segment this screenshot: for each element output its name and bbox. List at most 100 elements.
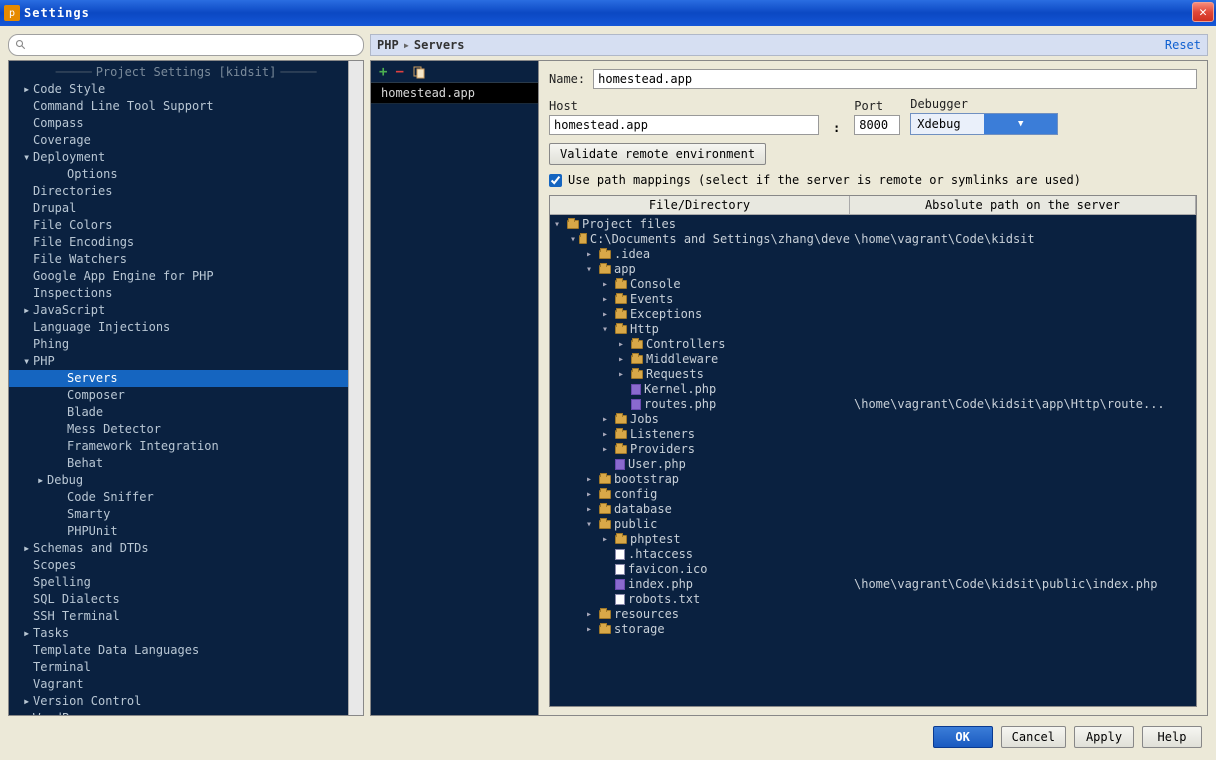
mapping-row[interactable]: resources [550,607,1196,622]
validate-env-button[interactable]: Validate remote environment [549,143,766,165]
mapping-row[interactable]: database [550,502,1196,517]
settings-tree-item[interactable]: Drupal [9,200,363,217]
mapping-row[interactable]: favicon.ico [550,562,1196,577]
mapping-row[interactable]: Http [550,322,1196,337]
search-input[interactable] [31,39,357,52]
cancel-button[interactable]: Cancel [1001,726,1066,748]
file-icon [615,594,625,605]
breadcrumb-sep: ▸ [403,38,410,52]
settings-tree-item[interactable]: Servers [9,370,363,387]
use-mappings-checkbox[interactable] [549,174,562,187]
mapping-row[interactable]: robots.txt [550,592,1196,607]
settings-tree-item[interactable]: SQL Dialects [9,591,363,608]
settings-tree-item[interactable]: Options [9,166,363,183]
mapping-row[interactable]: Project files [550,217,1196,232]
breadcrumb-item[interactable]: Servers [414,38,465,52]
settings-tree-item[interactable]: Coverage [9,132,363,149]
mapping-row[interactable]: storage [550,622,1196,637]
settings-tree-item[interactable]: JavaScript [9,302,363,319]
settings-tree-item[interactable]: SSH Terminal [9,608,363,625]
settings-tree-item[interactable]: Version Control [9,693,363,710]
mapping-header-path[interactable]: Absolute path on the server [850,196,1196,214]
settings-tree-item[interactable]: Template Data Languages [9,642,363,659]
close-button[interactable]: ✕ [1192,2,1214,22]
copy-server-button[interactable] [412,65,426,79]
settings-tree-item[interactable]: File Colors [9,217,363,234]
settings-tree-item[interactable]: Language Injections [9,319,363,336]
settings-tree-item[interactable]: Terminal [9,659,363,676]
settings-tree-item[interactable]: File Encodings [9,234,363,251]
host-port-sep: : [833,121,840,135]
settings-tree[interactable]: Project Settings [kidsit] Code StyleComm… [8,60,364,716]
mapping-row[interactable]: public [550,517,1196,532]
settings-tree-item[interactable]: PHP [9,353,363,370]
mapping-row[interactable]: Jobs [550,412,1196,427]
settings-tree-item[interactable]: Code Style [9,81,363,98]
mapping-row[interactable]: bootstrap [550,472,1196,487]
folder-icon [615,445,627,454]
mapping-row[interactable]: Exceptions [550,307,1196,322]
settings-tree-item[interactable]: Scopes [9,557,363,574]
remove-server-button[interactable]: − [395,64,403,80]
help-button[interactable]: Help [1142,726,1202,748]
settings-tree-item[interactable]: Smarty [9,506,363,523]
mapping-row[interactable]: Events [550,292,1196,307]
ok-button[interactable]: OK [933,726,993,748]
settings-tree-item[interactable]: Behat [9,455,363,472]
mapping-row[interactable]: User.php [550,457,1196,472]
folder-icon [615,280,627,289]
mapping-row[interactable]: index.php\home\vagrant\Code\kidsit\publi… [550,577,1196,592]
settings-search[interactable] [8,34,364,56]
port-input[interactable] [854,115,900,135]
mapping-row[interactable]: routes.php\home\vagrant\Code\kidsit\app\… [550,397,1196,412]
settings-tree-item[interactable]: Vagrant [9,676,363,693]
mapping-row[interactable]: app [550,262,1196,277]
settings-tree-item[interactable]: Blade [9,404,363,421]
name-input[interactable] [593,69,1197,89]
mapping-row[interactable]: Requests [550,367,1196,382]
settings-tree-item[interactable]: Compass [9,115,363,132]
settings-tree-item[interactable]: Spelling [9,574,363,591]
settings-tree-item[interactable]: File Watchers [9,251,363,268]
mapping-row[interactable]: .htaccess [550,547,1196,562]
settings-tree-item[interactable]: WordPress [9,710,363,716]
debugger-select[interactable]: Xdebug ▼ [910,113,1058,135]
server-list-panel: + − homestead.app [371,61,539,715]
mapping-row[interactable]: Listeners [550,427,1196,442]
php-icon [615,459,625,470]
mapping-row[interactable]: C:\Documents and Settings\zhang\deve\hom… [550,232,1196,247]
mapping-row[interactable]: Providers [550,442,1196,457]
chevron-down-icon: ▼ [984,114,1057,134]
file-icon [615,549,625,560]
settings-tree-item[interactable]: Code Sniffer [9,489,363,506]
settings-tree-item[interactable]: Deployment [9,149,363,166]
mapping-row[interactable]: config [550,487,1196,502]
mapping-row[interactable]: Controllers [550,337,1196,352]
settings-tree-item[interactable]: Google App Engine for PHP [9,268,363,285]
settings-tree-item[interactable]: Directories [9,183,363,200]
settings-tree-item[interactable]: Phing [9,336,363,353]
mapping-row[interactable]: phptest [550,532,1196,547]
apply-button[interactable]: Apply [1074,726,1134,748]
mapping-row[interactable]: Console [550,277,1196,292]
settings-tree-item[interactable]: Tasks [9,625,363,642]
mapping-row[interactable]: Middleware [550,352,1196,367]
mapping-row[interactable]: .idea [550,247,1196,262]
add-server-button[interactable]: + [379,64,387,80]
settings-tree-item[interactable]: Composer [9,387,363,404]
settings-tree-item[interactable]: PHPUnit [9,523,363,540]
reset-link[interactable]: Reset [1165,38,1201,52]
tree-scrollbar[interactable] [348,61,363,715]
settings-tree-item[interactable]: Inspections [9,285,363,302]
breadcrumb-item[interactable]: PHP [377,38,399,52]
folder-icon [599,625,611,634]
settings-tree-item[interactable]: Command Line Tool Support [9,98,363,115]
settings-tree-item[interactable]: Framework Integration [9,438,363,455]
settings-tree-item[interactable]: Debug [9,472,363,489]
mapping-header-file[interactable]: File/Directory [550,196,850,214]
mapping-row[interactable]: Kernel.php [550,382,1196,397]
settings-tree-item[interactable]: Schemas and DTDs [9,540,363,557]
settings-tree-item[interactable]: Mess Detector [9,421,363,438]
server-list-item[interactable]: homestead.app [371,83,538,104]
host-input[interactable] [549,115,819,135]
